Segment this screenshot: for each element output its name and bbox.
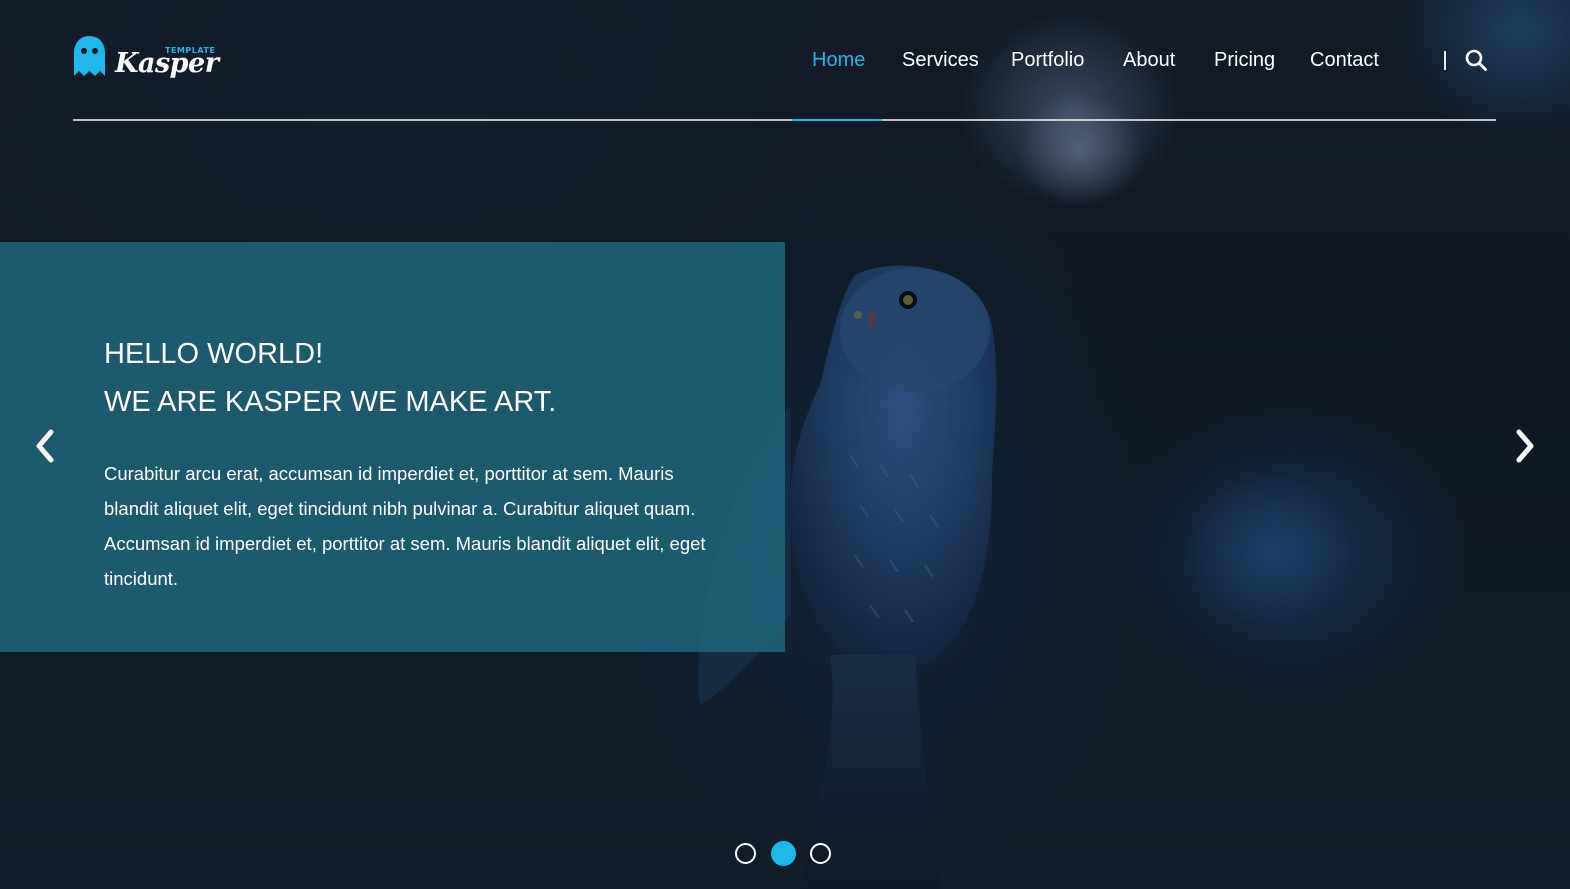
slider-dots <box>734 841 836 869</box>
nav-item-portfolio[interactable]: Portfolio <box>1011 47 1084 73</box>
chevron-right-icon[interactable] <box>1511 428 1539 464</box>
nav-item-pricing[interactable]: Pricing <box>1214 47 1275 73</box>
main-nav: Home Services Portfolio About Pricing Co… <box>73 47 1496 75</box>
nav-item-home[interactable]: Home <box>812 47 865 73</box>
chevron-left-icon[interactable] <box>31 428 59 464</box>
hero-title: HELLO WORLD! WE ARE KASPER WE MAKE ART. <box>104 330 744 426</box>
nav-item-contact[interactable]: Contact <box>1310 47 1379 73</box>
header-divider <box>73 119 1496 121</box>
nav-divider <box>1444 51 1446 70</box>
search-icon[interactable] <box>1464 48 1488 72</box>
nav-item-about[interactable]: About <box>1123 47 1175 73</box>
hero-title-line-1: HELLO WORLD! <box>104 338 324 370</box>
hero-text: Curabitur arcu erat, accumsan id imperdi… <box>104 463 706 589</box>
nav-item-services[interactable]: Services <box>902 47 979 73</box>
hero-content-box: HELLO WORLD! WE ARE KASPER WE MAKE ART. … <box>0 242 785 652</box>
active-nav-indicator <box>792 119 882 121</box>
slider-dot-3[interactable] <box>810 843 831 864</box>
site-header: TEMPLATE Kasper Home Services Portfolio … <box>73 0 1496 121</box>
slider-dot-2[interactable] <box>771 841 796 866</box>
hero-title-line-2: WE ARE KASPER WE MAKE ART. <box>104 386 557 418</box>
slider-dot-1[interactable] <box>735 843 756 864</box>
